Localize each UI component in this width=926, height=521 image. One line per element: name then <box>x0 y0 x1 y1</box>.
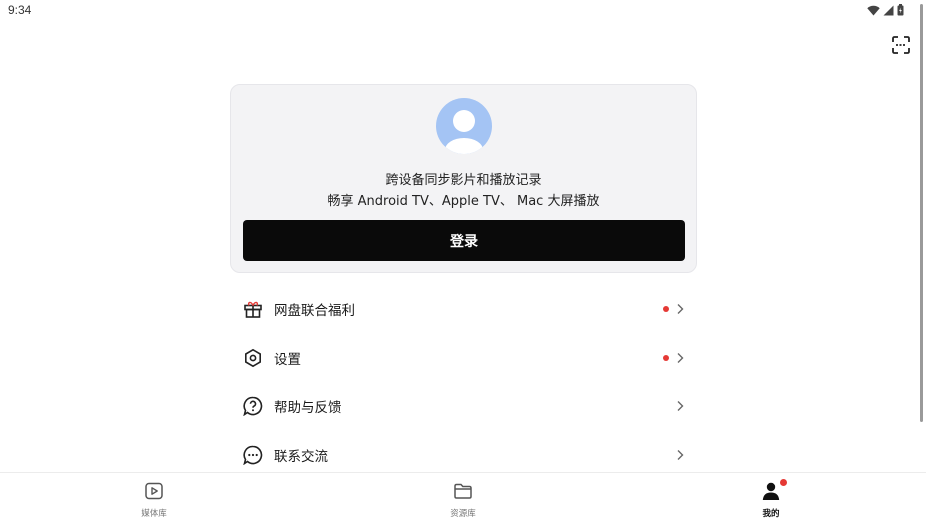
notification-dot <box>663 306 669 313</box>
tab-mine[interactable]: 我的 <box>711 473 831 521</box>
folder-icon <box>454 483 472 499</box>
signal-icon <box>883 5 894 15</box>
chevron-right-icon <box>677 449 684 460</box>
status-time: 9:34 <box>8 3 32 17</box>
platform-description: 畅享 Android TV、Apple TV、 Mac 大屏播放 <box>327 194 600 209</box>
battery-icon <box>897 4 904 16</box>
menu-item-label: 网盘联合福利 <box>274 303 355 320</box>
menu-item-label: 帮助与反馈 <box>274 400 342 417</box>
scrollbar[interactable] <box>920 4 923 422</box>
tab-label: 资源库 <box>450 509 476 519</box>
login-button[interactable]: 登录 <box>243 220 685 261</box>
chevron-right-icon <box>677 401 684 412</box>
tab-label: 媒体库 <box>141 509 167 519</box>
tab-resource-library[interactable]: 资源库 <box>403 473 523 521</box>
user-avatar-icon[interactable] <box>436 98 492 154</box>
chevron-right-icon <box>677 304 684 315</box>
notification-dot <box>780 479 787 486</box>
menu-item-settings[interactable]: 设置 <box>230 334 697 383</box>
sync-description: 跨设备同步影片和播放记录 <box>385 173 542 188</box>
status-bar: 9:34 <box>0 0 926 22</box>
scan-icon[interactable] <box>892 36 910 54</box>
wifi-icon <box>867 5 880 15</box>
bottom-tab-bar: 媒体库 资源库 我的 <box>0 472 926 521</box>
chat-icon <box>243 445 263 465</box>
notification-dot <box>663 354 669 361</box>
menu-item-welfare[interactable]: 网盘联合福利 <box>230 285 697 334</box>
menu-item-label: 设置 <box>274 351 301 368</box>
play-square-icon <box>145 482 163 500</box>
gift-icon <box>244 302 262 319</box>
login-card: 跨设备同步影片和播放记录 畅享 Android TV、Apple TV、 Mac… <box>230 84 697 273</box>
tab-media-library[interactable]: 媒体库 <box>94 473 214 521</box>
status-icons <box>867 4 904 16</box>
settings-hex-icon <box>245 348 261 367</box>
menu-item-label: 联系交流 <box>274 448 328 465</box>
chevron-right-icon <box>677 352 684 363</box>
tab-label: 我的 <box>762 509 780 519</box>
person-icon <box>762 482 780 500</box>
help-icon <box>243 396 263 417</box>
menu-list: 网盘联合福利 设置 帮助与反馈 联系交流 <box>230 285 697 479</box>
menu-item-help[interactable]: 帮助与反馈 <box>230 382 697 431</box>
